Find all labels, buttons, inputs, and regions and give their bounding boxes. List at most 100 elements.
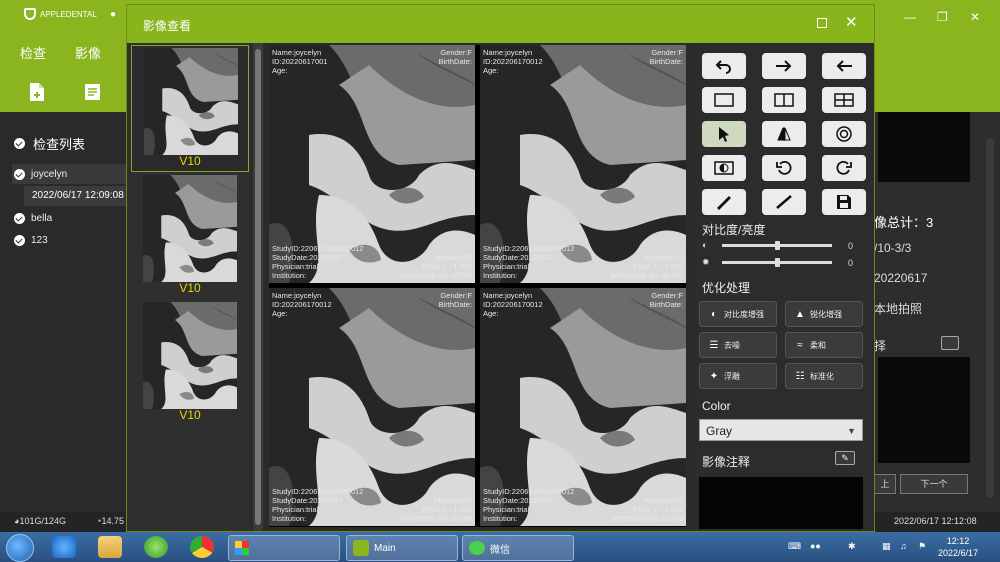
- next-button[interactable]: 下一个: [900, 474, 968, 494]
- app-minimize-icon[interactable]: —: [904, 10, 916, 24]
- taskbar-app-1[interactable]: [228, 535, 340, 561]
- thumbnail-image: [143, 175, 237, 282]
- wechat-tray-icon[interactable]: ●●: [810, 541, 821, 551]
- menu-image[interactable]: 影像: [75, 43, 101, 62]
- volume-icon[interactable]: ♫: [900, 541, 907, 551]
- chrome-icon[interactable]: [190, 536, 214, 558]
- overlay-top-left: Name:joycelyn ID:20220617001 Age:: [272, 48, 328, 75]
- thumbnail-image: [143, 302, 237, 409]
- save-button[interactable]: [822, 189, 866, 215]
- maximize-icon[interactable]: [817, 18, 827, 28]
- sync-app-icon[interactable]: [144, 536, 168, 558]
- app-logo: APPLEDENTAL: [24, 8, 97, 20]
- thumbnail-2[interactable]: V10: [131, 173, 249, 300]
- thumbnail-label: V10: [179, 154, 201, 168]
- sharpen-button[interactable]: ▲ 锐化增强: [785, 301, 863, 327]
- dialog-title-bar[interactable]: [127, 5, 874, 43]
- image-cell-4[interactable]: Name:joycelyn ID:202206170012 Age: Gender:F…: [480, 288, 686, 526]
- flag-icon[interactable]: ⚑: [918, 541, 926, 552]
- disk-usage: ◕101G/124G: [14, 516, 66, 526]
- prev-image-button[interactable]: [822, 53, 866, 79]
- undo-button[interactable]: [702, 53, 746, 79]
- check-circle-icon: [14, 234, 25, 246]
- dialog-title: 影像查看: [143, 19, 192, 33]
- brightness-slider-knob[interactable]: [775, 258, 780, 267]
- layout-1x2-button[interactable]: [762, 87, 806, 113]
- thumbnail-label: V10: [179, 408, 201, 422]
- patient-row-123[interactable]: 123: [14, 230, 48, 250]
- keyboard-icon[interactable]: ⌨: [788, 541, 801, 552]
- image-total: 像总计：3: [874, 215, 934, 230]
- invert-tool-button[interactable]: [702, 155, 746, 181]
- layout-1x1-button[interactable]: [702, 87, 746, 113]
- patient-exam-date[interactable]: 2022/06/17 12:09:08: [24, 186, 126, 206]
- edit-record-icon[interactable]: [84, 82, 102, 102]
- preview-box: [878, 112, 970, 182]
- rotate-right-button[interactable]: [822, 155, 866, 181]
- bluetooth-icon[interactable]: ✱: [848, 541, 856, 552]
- draw-pen-button[interactable]: [702, 189, 746, 215]
- patient-row-joycelyn[interactable]: joycelyn: [14, 164, 67, 184]
- start-button-icon[interactable]: [6, 534, 34, 562]
- taskbar-app-wechat[interactable]: 微信: [462, 535, 574, 561]
- image-viewer-dialog: 影像查看 ✕ V10 V10 V10 Name:joycelyn ID:20220…: [126, 4, 875, 532]
- app-close-icon[interactable]: ✕: [970, 10, 980, 24]
- ie-browser-icon[interactable]: [52, 536, 76, 558]
- optimize-section-title: 优化处理: [702, 281, 751, 295]
- check-circle-icon: [14, 212, 25, 224]
- close-icon[interactable]: ✕: [845, 13, 858, 31]
- app-restore-icon[interactable]: ❐: [937, 10, 948, 24]
- overlay-top-left: Name:joycelyn ID:202206170012 Age:: [272, 291, 332, 318]
- denoise-button[interactable]: ☰ 去噪: [699, 332, 777, 358]
- annotation-edit-icon[interactable]: ✎: [835, 451, 855, 465]
- overlay-bottom-left: StudyID:220617060050012 StudyDate:2022061…: [483, 244, 575, 280]
- image-source: 本地拍照: [874, 302, 923, 316]
- image-note-label: 择: [874, 339, 887, 353]
- image-grid: Name:joycelyn ID:20220617001 Age: Gender:F B…: [269, 45, 686, 527]
- color-select[interactable]: Gray ▼: [699, 419, 863, 441]
- network-icon[interactable]: ▦: [882, 541, 891, 552]
- brightness-icon: ✹: [702, 257, 710, 267]
- thumbnail-scroll-thumb[interactable]: [255, 49, 261, 525]
- overlay-bottom-right: Modality:IO PloD: 1 : 1.271 WW:65536 WL:32…: [609, 496, 683, 523]
- soften-button[interactable]: ≈ 柔和: [785, 332, 863, 358]
- flip-tool-button[interactable]: [762, 121, 806, 147]
- prev-button[interactable]: 上: [874, 474, 896, 494]
- contrast-enhance-button[interactable]: ◐ 对比度增强: [699, 301, 777, 327]
- thumbnail-3[interactable]: V10: [131, 300, 249, 427]
- sparkle-icon: ✦: [709, 370, 719, 382]
- thumbnail-1[interactable]: V10: [131, 45, 249, 172]
- pointer-tool-button[interactable]: [702, 121, 746, 147]
- overlay-bottom-left: StudyID:220617060050012 StudyDate:2022061…: [272, 244, 364, 280]
- windows-app-icon: [235, 541, 249, 555]
- user-icon[interactable]: ●: [110, 9, 120, 20]
- note-edit-icon[interactable]: [941, 336, 959, 350]
- overlay-bottom-right: Modality:IO PloD: 1 : 1.271 WW:65536 WL:32…: [398, 496, 472, 523]
- system-clock[interactable]: 12:12 2022/6/17: [938, 535, 978, 559]
- overlay-bottom-left: StudyID:220617060050012 StudyDate:2022061…: [272, 487, 364, 523]
- rotate-left-button[interactable]: [762, 155, 806, 181]
- measure-line-button[interactable]: [762, 189, 806, 215]
- image-cell-3[interactable]: Name:joycelyn ID:202206170012 Age: Gender:F…: [269, 288, 475, 526]
- new-file-icon[interactable]: [28, 82, 46, 102]
- info-scrollbar[interactable]: [986, 138, 994, 498]
- layout-2x2-button[interactable]: [822, 87, 866, 113]
- tools-panel: 对比度/亮度 ◐ 0 ✹ 0 优化处理 ◐ 对比度增强 ▲ 锐化增强 ☰ 去噪 ≈ 柔和…: [694, 45, 874, 531]
- next-image-button[interactable]: [762, 53, 806, 79]
- annotation-box[interactable]: [699, 477, 863, 529]
- patient-row-bella[interactable]: bella: [14, 208, 52, 228]
- contrast-slider-knob[interactable]: [775, 241, 780, 250]
- magnifier-tool-button[interactable]: [822, 121, 866, 147]
- menu-exam[interactable]: 检查: [20, 43, 46, 62]
- contrast-value: 0: [848, 241, 854, 251]
- check-circle-icon: [14, 138, 25, 149]
- image-cell-2[interactable]: Name:joycelyn ID:202206170012 Age: Gender:F…: [480, 45, 686, 283]
- taskbar-app-main[interactable]: Main: [346, 535, 458, 561]
- overlay-top-right: Gender:F BirthDate:: [438, 291, 472, 309]
- color-section-title: Color: [702, 399, 731, 413]
- image-index: /10-3/3: [874, 241, 912, 255]
- normalize-button[interactable]: ☷ 标准化: [785, 363, 863, 389]
- image-cell-1[interactable]: Name:joycelyn ID:20220617001 Age: Gender:F B…: [269, 45, 475, 283]
- emboss-button[interactable]: ✦ 浮雕: [699, 363, 777, 389]
- folder-icon[interactable]: [98, 536, 122, 558]
